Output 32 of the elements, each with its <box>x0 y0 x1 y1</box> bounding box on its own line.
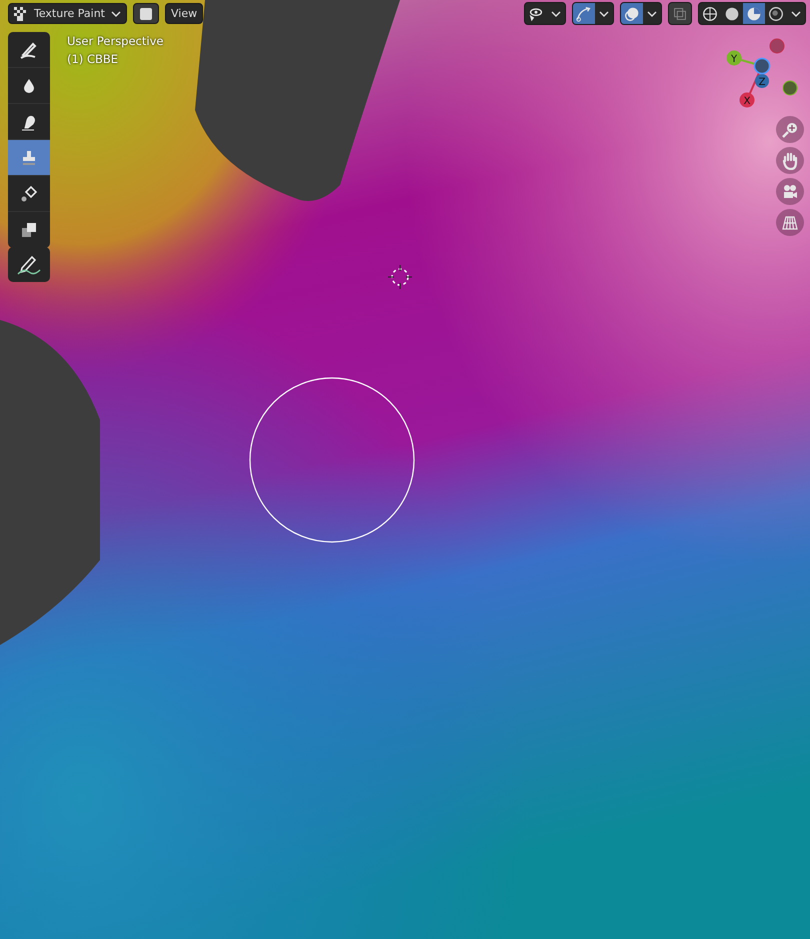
view-menu[interactable]: View <box>164 3 204 24</box>
material-shading-button[interactable] <box>743 3 765 24</box>
viewport-info-text: User Perspective <box>67 33 164 50</box>
checker-icon <box>14 6 28 20</box>
caret-icon <box>110 10 121 16</box>
caret-icon <box>791 10 801 16</box>
hand-icon <box>781 152 799 170</box>
caret-icon <box>551 10 561 16</box>
zoom-icon <box>781 120 799 138</box>
gizmo-toggle[interactable] <box>573 3 595 24</box>
grid-icon <box>781 214 799 232</box>
camera-icon <box>781 182 799 200</box>
navigation-gizmo-drawing: Y Z X <box>720 36 802 112</box>
viewport-info-text: (1) CBBE <box>67 51 120 68</box>
overlay-toggle[interactable] <box>621 3 643 24</box>
caret-icon <box>599 10 609 16</box>
3d-cursor-icon <box>387 264 413 290</box>
rendered-sphere-icon <box>767 4 785 22</box>
material-sphere-icon <box>745 4 763 22</box>
solid-sphere-icon <box>723 4 741 22</box>
clone-tool-button[interactable] <box>8 140 50 176</box>
mode-dropdown[interactable]: Texture Paint <box>8 3 127 24</box>
pan-button[interactable] <box>776 147 804 174</box>
caret-icon <box>647 10 657 16</box>
zoom-button[interactable] <box>776 116 804 143</box>
wireframe-sphere-icon <box>701 4 719 22</box>
cube-icon <box>138 6 153 20</box>
annotate-tool-button[interactable] <box>8 247 50 282</box>
toggle-button[interactable] <box>132 3 159 24</box>
pencil-icon <box>16 254 42 276</box>
camera-button[interactable] <box>776 178 804 205</box>
grid-button[interactable] <box>776 209 804 236</box>
